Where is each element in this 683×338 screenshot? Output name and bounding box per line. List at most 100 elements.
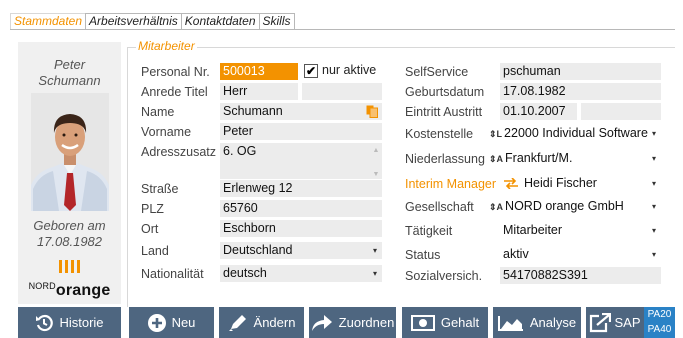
adresszusatz-field[interactable]: 6. OG ▲ ▼ (220, 143, 382, 179)
tab-skills[interactable]: Skills (258, 13, 295, 29)
eintritt-field[interactable]: 01.10.2007 (500, 103, 577, 120)
area-chart-icon (497, 315, 523, 331)
label-interim-manager: Interim Manager (405, 177, 497, 191)
label-status: Status (405, 248, 441, 262)
taetigkeit-select[interactable]: Mitarbeiter ▾ (500, 222, 661, 239)
label-niederlassung: Niederlassung (405, 152, 485, 166)
gehalt-label: Gehalt (440, 315, 480, 330)
austritt-field[interactable] (581, 103, 661, 120)
land-value: Deutschland (223, 243, 293, 257)
label-gesellschaft: Gesellschaft (405, 200, 474, 214)
historie-button[interactable]: Historie (18, 307, 121, 338)
label-anrede: Anrede Titel (141, 85, 208, 99)
status-value: aktiv (503, 247, 529, 261)
name-value: Schumann (223, 104, 283, 118)
neu-label: Neu (171, 315, 196, 330)
label-vorname: Vorname (141, 125, 192, 139)
strasse-field[interactable]: Erlenweg 12 (220, 180, 382, 197)
vorname-field[interactable]: Peter (220, 123, 382, 140)
label-personal-nr: Personal Nr. (141, 65, 210, 79)
label-eintritt: Eintritt Austritt (405, 105, 483, 119)
employee-photo (30, 93, 109, 211)
zuordnen-label: Zuordnen (338, 315, 395, 330)
interim-manager-select[interactable]: Heidi Fischer ▾ (500, 175, 661, 192)
niederlassung-value: Frankfurt/M. (505, 151, 573, 165)
gesellschaft-select[interactable]: ⇕A NORD orange GmbH ▾ (486, 198, 661, 215)
titel-field[interactable] (302, 83, 382, 100)
banknote-icon (410, 314, 435, 331)
born-label: Geboren am (33, 218, 106, 233)
employee-last-name: Schumann (38, 73, 101, 88)
chevron-down-icon: ▾ (372, 269, 377, 278)
pencil-icon (228, 314, 246, 331)
analyse-label: Analyse (529, 315, 577, 330)
geburtsdatum-field[interactable]: 17.08.1982 (500, 83, 661, 100)
nur-aktive-checkbox[interactable]: ✔ (304, 64, 318, 78)
logo-bars-icon (18, 260, 121, 276)
neu-button[interactable]: Neu (129, 307, 214, 338)
chevron-down-icon: ▾ (372, 246, 377, 255)
label-land: Land (141, 244, 169, 258)
interim-manager-value: Heidi Fischer (524, 176, 597, 190)
plus-circle-icon (147, 313, 166, 332)
employee-display-name: Peter Schumann (18, 57, 121, 89)
tab-stammdaten[interactable]: Stammdaten (10, 13, 87, 29)
copy-icon[interactable] (366, 105, 378, 118)
label-nationalitaet: Nationalität (141, 267, 204, 281)
historie-label: Historie (59, 315, 104, 330)
land-select[interactable]: Deutschland ▾ (220, 242, 382, 259)
label-sozialversich: Sozialversich. (405, 269, 483, 283)
tab-divider (10, 29, 675, 30)
nationalitaet-value: deutsch (223, 266, 267, 280)
external-link-icon (590, 312, 612, 332)
kostenstelle-value: 22000 Individual Software (504, 126, 648, 140)
gesellschaft-value: NORD orange GmbH (505, 199, 624, 213)
label-geburtsdatum: Geburtsdatum (405, 85, 485, 99)
gehalt-button[interactable]: Gehalt (402, 307, 488, 338)
tab-arbeitsverhaeltnis[interactable]: Arbeitsverhältnis (85, 13, 182, 29)
plz-field[interactable]: 65760 (220, 200, 382, 217)
chevron-down-icon: ▾ (651, 250, 656, 259)
ort-field[interactable]: Eschborn (220, 220, 382, 237)
company-logo: NORDorange (28, 281, 111, 299)
history-icon (36, 314, 54, 331)
personal-nr-field[interactable]: 500013 (220, 63, 298, 80)
niederlassung-select[interactable]: ⇕A Frankfurt/M. ▾ (486, 150, 661, 167)
label-strasse: Straße (141, 182, 179, 196)
name-field[interactable]: Schumann (220, 103, 382, 120)
analyse-button[interactable]: Analyse (493, 307, 581, 338)
adresszusatz-scrollbar[interactable]: ▲ ▼ (372, 145, 380, 178)
sozialversich-field[interactable]: 54170882S391 (500, 267, 661, 284)
label-selfservice: SelfService (405, 65, 469, 79)
chevron-down-icon: ▾ (651, 179, 656, 188)
label-kostenstelle: Kostenstelle (405, 127, 474, 141)
label-name: Name (141, 105, 175, 119)
status-select[interactable]: aktiv ▾ (500, 246, 661, 263)
aendern-button[interactable]: Ändern (219, 307, 304, 338)
share-arrow-icon (311, 314, 332, 331)
employee-first-name: Peter (53, 57, 86, 72)
birth-info: Geboren am 17.08.1982 (18, 218, 121, 250)
tab-kontaktdaten[interactable]: Kontaktdaten (180, 13, 260, 29)
chevron-down-icon: ▾ (651, 154, 656, 163)
adresszusatz-value: 6. OG (223, 144, 257, 158)
sap-transaction-badge[interactable]: PA20 PA40 (644, 307, 675, 338)
pa20-label: PA20 (647, 309, 672, 320)
label-taetigkeit: Tätigkeit (405, 224, 453, 238)
chevron-down-icon: ▾ (651, 226, 656, 235)
zuordnen-button[interactable]: Zuordnen (309, 307, 396, 338)
swap-arrows-icon (504, 178, 518, 189)
kostenstelle-select[interactable]: ⇕L 22000 Individual Software ▾ (486, 125, 661, 142)
aendern-label: Ändern (253, 315, 296, 330)
sap-label: SAP (614, 315, 641, 330)
anrede-field[interactable]: Herr (220, 83, 298, 100)
label-plz: PLZ (141, 202, 164, 216)
nur-aktive-label: nur aktive (322, 63, 377, 77)
born-date: 17.08.1982 (36, 234, 103, 249)
sap-button[interactable]: SAP (586, 307, 644, 338)
selfservice-field[interactable]: pschuman (500, 63, 661, 80)
taetigkeit-value: Mitarbeiter (503, 223, 563, 237)
nationalitaet-select[interactable]: deutsch ▾ (220, 265, 382, 282)
pa40-label: PA40 (647, 324, 672, 335)
employee-card: Peter Schumann Geboren am 17.08.1982 NOR… (18, 42, 121, 304)
